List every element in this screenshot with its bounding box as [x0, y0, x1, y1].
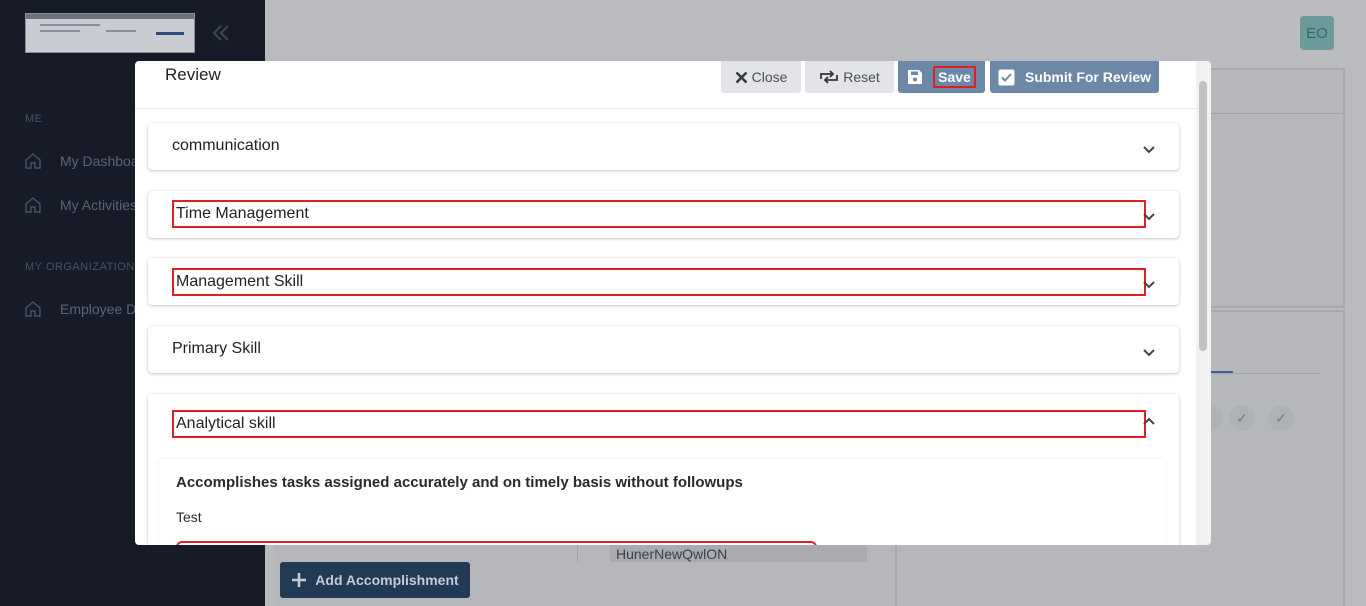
add-accomplishment-button[interactable]: Add Accomplishment [280, 562, 470, 598]
background-card [1205, 68, 1345, 308]
modal-scrollbar[interactable] [1196, 61, 1211, 545]
review-modal: Review Close Reset Save Submit For Revie… [135, 61, 1211, 545]
accordion-primary-skill[interactable]: Primary Skill [148, 326, 1179, 373]
sidebar-section-organization: MY ORGANIZATION [25, 261, 135, 273]
home-icon [25, 301, 41, 317]
chevron-down-icon[interactable] [1141, 344, 1157, 360]
close-icon [735, 71, 747, 83]
reset-button-label: Reset [843, 69, 880, 85]
user-avatar[interactable]: EO [1300, 16, 1334, 50]
modal-header: Review Close Reset Save Submit For Revie… [135, 61, 1196, 109]
accordion-title: Primary Skill [172, 340, 261, 357]
background-divider [1205, 113, 1343, 114]
sidebar-section-me: ME [25, 113, 43, 125]
accordion-title: Time Management [172, 200, 1146, 228]
rating-field[interactable] [176, 541, 817, 545]
background-divider [1205, 373, 1320, 374]
chevron-down-icon[interactable] [1141, 276, 1157, 292]
reset-icon [820, 70, 839, 84]
accordion-title: Analytical skill [172, 410, 1146, 438]
skill-question: Accomplishes tasks assigned accurately a… [176, 474, 743, 491]
accordion-title: Management Skill [172, 268, 1146, 296]
plus-icon [292, 573, 307, 587]
save-button[interactable]: Save [898, 61, 985, 93]
chevron-up-icon[interactable] [1141, 414, 1157, 430]
app-logo[interactable] [25, 13, 195, 53]
skill-detail-panel: Accomplishes tasks assigned accurately a… [159, 459, 1166, 545]
modal-title: Review [165, 65, 221, 84]
accordion-communication[interactable]: communication [148, 123, 1179, 170]
submit-for-review-label: Submit For Review [1024, 69, 1152, 85]
reset-button[interactable]: Reset [805, 61, 894, 93]
submit-for-review-button[interactable]: Submit For Review [990, 61, 1159, 93]
close-button[interactable]: Close [721, 61, 801, 93]
close-button-label: Close [751, 69, 788, 85]
collapse-sidebar-icon[interactable] [210, 22, 232, 44]
skill-answer: Test [176, 509, 202, 525]
save-button-label: Save [933, 66, 976, 88]
double-check-icon: ✓ [1268, 405, 1294, 431]
accordion-management-skill[interactable]: Management Skill [148, 258, 1179, 305]
checkbox-icon [998, 69, 1015, 85]
background-divider [577, 545, 578, 562]
scroll-thumb[interactable] [1199, 81, 1207, 351]
chevron-down-icon[interactable] [1141, 208, 1157, 224]
accordion-time-management[interactable]: Time Management [148, 191, 1179, 238]
background-field-value: HunerNewQwlON [610, 543, 867, 562]
home-icon [25, 197, 41, 213]
add-accomplishment-label: Add Accomplishment [315, 572, 459, 588]
check-icon: ✓ [1229, 405, 1255, 431]
accordion-title: communication [172, 137, 280, 154]
floppy-disk-icon [908, 70, 923, 84]
sidebar-item-label: My Activities [60, 197, 138, 213]
chevron-down-icon[interactable] [1141, 141, 1157, 157]
home-icon [25, 153, 41, 169]
